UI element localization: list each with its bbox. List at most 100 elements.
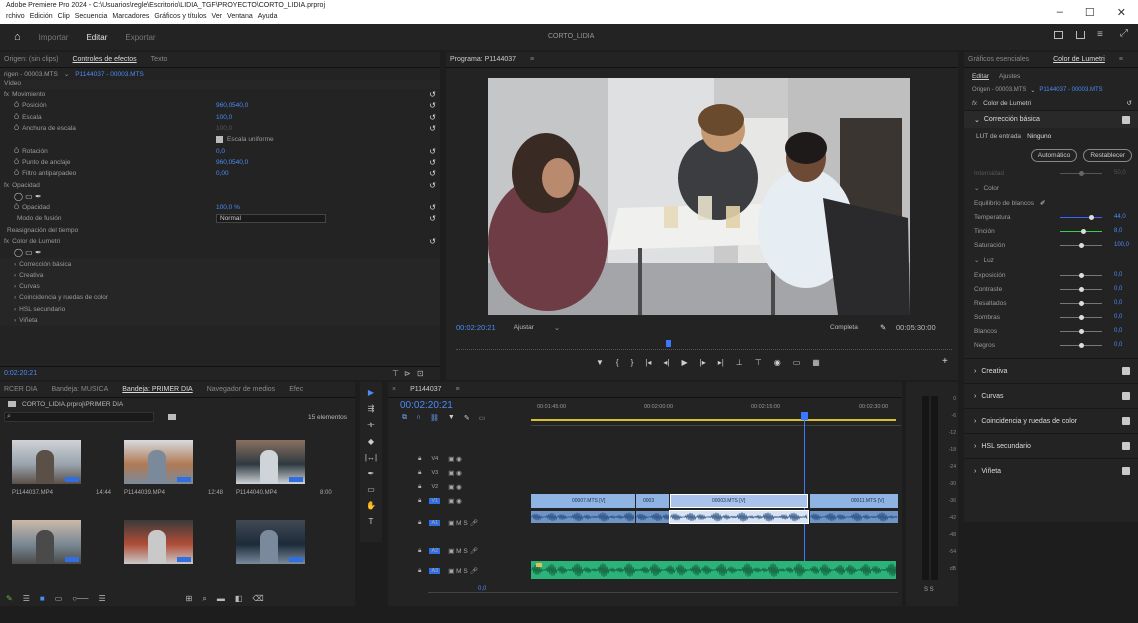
share-icon[interactable]	[1076, 31, 1085, 39]
tab-bin-tercer-dia[interactable]: RCER DIA	[4, 386, 37, 393]
row-prefix-icon[interactable]: ›	[14, 306, 16, 313]
go-to-in-icon[interactable]: |◂	[645, 358, 651, 367]
slider-value[interactable]: 0,0	[1114, 328, 1122, 334]
video-clip[interactable]: 00011.MTS [V]	[810, 494, 898, 508]
row-prefix-icon[interactable]: Ō	[14, 204, 19, 211]
track-toggle-icons[interactable]: ▣ ◉	[448, 455, 462, 463]
effect-row-value-2[interactable]: 540,0	[232, 102, 248, 109]
tab-text[interactable]: Texto	[151, 56, 168, 63]
slider-knob[interactable]	[1089, 215, 1094, 220]
reset-icon[interactable]: ↺	[429, 237, 436, 246]
lumetri-slider[interactable]	[1060, 243, 1102, 248]
go-to-out-icon[interactable]: ▸|	[718, 358, 724, 367]
track-label[interactable]: V2	[429, 484, 440, 490]
effect-row[interactable]: › Curvas	[0, 281, 440, 293]
bin-clip-thumbnail[interactable]	[124, 440, 193, 484]
add-button[interactable]: +	[942, 356, 948, 367]
fit-dropdown[interactable]: Ajustar	[514, 324, 534, 331]
color-subsection[interactable]: ⌄ Color	[964, 180, 1138, 196]
effect-row-value-2[interactable]: 540,0	[232, 159, 248, 166]
effect-timecode[interactable]: 0:02:20:21	[4, 370, 37, 377]
tab-media-browser[interactable]: Navegador de medios	[207, 386, 276, 393]
effect-row[interactable]: ◯ ▭ ✒	[0, 247, 440, 258]
sort-icon[interactable]: ☰	[98, 594, 105, 604]
effect-row[interactable]: Reasignación del tiempo	[0, 225, 440, 236]
chevron-down-icon[interactable]: ⌄	[64, 70, 69, 78]
wrench-icon[interactable]: ✎	[880, 323, 886, 332]
lumetri-slider[interactable]	[1060, 315, 1102, 320]
minimize-button[interactable]: –	[1057, 6, 1063, 18]
lock-icon[interactable]: 🔒︎	[418, 483, 421, 491]
slider-knob[interactable]	[1078, 301, 1084, 306]
source-clip-name[interactable]: rigen - 00003.MTS	[4, 71, 58, 78]
linked-selection-icon[interactable]: ⛓	[430, 414, 439, 422]
menu-archivo[interactable]: rchivo	[6, 13, 25, 20]
tab-essential-graphics[interactable]: Gráficos esenciales	[968, 56, 1029, 63]
chevron-down-icon[interactable]: ⌄	[554, 323, 560, 332]
slider-knob[interactable]	[1078, 287, 1084, 292]
row-prefix-icon[interactable]: Ō	[14, 125, 19, 132]
timeline-scroll[interactable]	[428, 592, 898, 597]
track-label[interactable]: V4	[429, 456, 440, 462]
reset-icon[interactable]: ↺	[429, 181, 436, 190]
bin-search-input[interactable]: ⌕	[4, 412, 154, 422]
menu-ventana[interactable]: Ventana	[227, 13, 253, 20]
row-prefix-icon[interactable]: Ō	[14, 114, 19, 121]
video-clip[interactable]: 00003.MTS [V]	[670, 494, 808, 508]
auto-button[interactable]: Automático	[1030, 148, 1078, 162]
lock-icon[interactable]: 🔒︎	[418, 519, 421, 527]
slider-knob[interactable]	[1080, 229, 1086, 234]
intensity-slider[interactable]	[1060, 171, 1102, 176]
freeform-view-icon[interactable]: ▭	[55, 594, 63, 604]
new-item-icon[interactable]: ◧	[235, 594, 243, 604]
rectangle-tool-icon[interactable]: ▭	[367, 485, 375, 494]
tab-settings[interactable]: Ajustes	[999, 73, 1020, 80]
effect-row[interactable]: Escala uniforme	[0, 134, 440, 145]
lock-icon[interactable]: 🔒︎	[418, 455, 421, 463]
effect-row-value[interactable]: 0,00	[216, 170, 229, 177]
track-toggle-icons[interactable]: ▣ M S 🎤︎	[448, 567, 478, 575]
captions-icon[interactable]: ▭	[479, 414, 486, 422]
chevron-down-icon[interactable]: ⌄	[1030, 87, 1035, 94]
lumetri-section[interactable]: › Viñeta	[964, 458, 1138, 483]
effect-row[interactable]: Ō Rotación 0,0 ↺	[0, 145, 440, 156]
mark-in-icon[interactable]: {	[616, 358, 619, 367]
eyedropper-icon[interactable]: ✐	[1040, 199, 1045, 207]
bin-clip-thumbnail[interactable]	[12, 440, 81, 484]
track-toggle-icons[interactable]: ▣ ◉	[448, 483, 462, 491]
effect-row[interactable]: Ō Escala 100,0 ↺	[0, 112, 440, 123]
icon-view-icon[interactable]: ■	[40, 594, 45, 604]
effect-row[interactable]: › Viñeta	[0, 314, 440, 327]
effect-row[interactable]: › Corrección básica	[0, 258, 440, 270]
lumetri-slider[interactable]	[1060, 287, 1102, 292]
new-bin-icon[interactable]	[168, 414, 176, 420]
sequence-clip-name[interactable]: P1144037 - 00003.MTS	[75, 71, 144, 78]
mask-shape-icons[interactable]: ◯ ▭ ✒	[14, 248, 42, 257]
home-icon[interactable]: ⌂	[14, 31, 21, 43]
step-back-icon[interactable]: ◂|	[663, 358, 669, 367]
row-prefix-icon[interactable]: ›	[14, 294, 16, 301]
reset-icon[interactable]: ↺	[429, 101, 436, 110]
tab-lumetri-color[interactable]: Color de Lumetri	[1053, 56, 1105, 63]
row-prefix-icon[interactable]: Ō	[14, 148, 19, 155]
slider-value[interactable]: 0,0	[1114, 286, 1122, 292]
video-track-header[interactable]: 🔒︎ V4 ▣ ◉	[414, 452, 524, 466]
audio-clip[interactable]	[669, 510, 809, 524]
timeline-playhead[interactable]	[804, 412, 805, 562]
row-prefix-icon[interactable]: fx	[4, 182, 9, 189]
row-prefix-icon[interactable]: fx	[4, 238, 9, 245]
effect-row-value[interactable]: 100,0 %	[216, 204, 240, 211]
close-button[interactable]: ✕	[1117, 6, 1126, 19]
close-icon[interactable]: ×	[392, 386, 396, 393]
wrench-icon[interactable]: ✎	[464, 414, 470, 422]
lumetri-section[interactable]: › HSL secundario	[964, 433, 1138, 458]
bin-clip-thumbnail[interactable]	[236, 440, 305, 484]
audio-track-header[interactable]: 🔒︎ A1 ▣ M S 🎤︎	[414, 516, 524, 530]
slider-knob[interactable]	[1078, 315, 1084, 320]
slider-knob[interactable]	[1078, 273, 1084, 278]
track-toggle-icons[interactable]: ▣ M S 🎤︎	[448, 519, 478, 527]
lumetri-slider[interactable]	[1060, 343, 1102, 348]
razor-tool-icon[interactable]: ◆	[368, 437, 374, 446]
zoom-slider[interactable]: ○──	[72, 594, 88, 604]
section-enable-checkbox[interactable]	[1122, 392, 1130, 400]
